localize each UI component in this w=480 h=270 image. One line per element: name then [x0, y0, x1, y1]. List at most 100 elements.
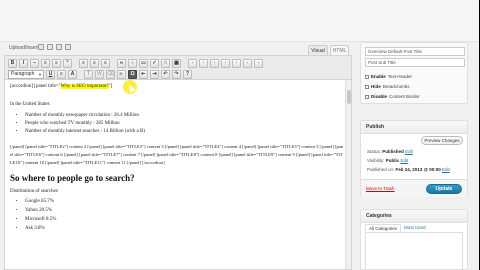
visibility-edit-link[interactable]: Edit: [400, 158, 408, 163]
strikethrough-icon[interactable]: –: [30, 58, 39, 68]
add-image-icon[interactable]: [38, 44, 44, 50]
add-media-icon[interactable]: [65, 44, 71, 50]
enable-text-header-row[interactable]: Enable Text Header: [365, 74, 412, 79]
embed-media-icon[interactable]: ▶: [117, 69, 126, 79]
link-icon[interactable]: ∞: [117, 58, 126, 68]
text-color-icon[interactable]: A: [68, 69, 77, 79]
intro-paragraph: In the United States: [10, 102, 50, 107]
kitchen-sink-icon[interactable]: ▦: [172, 58, 181, 68]
content-heading: So where to people go to search?: [10, 173, 135, 183]
more-tag-icon[interactable]: ▭: [139, 58, 148, 68]
format-select-value: Paragraph: [11, 70, 35, 77]
published-value: Feb 24, 2013 @ 00:00: [395, 167, 441, 172]
list-item: Number of monthly newspaper circulation …: [25, 112, 344, 119]
visibility-value: Public: [385, 158, 400, 163]
bullet-list-icon[interactable]: ≡: [41, 58, 50, 68]
blockquote-icon[interactable]: “: [63, 58, 72, 68]
checkbox[interactable]: [365, 74, 369, 79]
categories-title: Categories: [361, 210, 467, 223]
indent-icon[interactable]: ⇥: [150, 69, 159, 79]
status-value: Published: [382, 149, 404, 154]
default-title-field[interactable]: Overview Default Post Title: [365, 47, 465, 56]
plugin-button-7-icon[interactable]: ▪: [254, 58, 263, 68]
search-share-list: Google 65.7% Yahoo 20.5% Microsoft 8.5% …: [10, 198, 344, 232]
align-right-icon[interactable]: ≡: [101, 58, 110, 68]
stats-list: Number of monthly newspaper circulation …: [10, 112, 344, 135]
list-item: People who watched TV monthly : 285 Mill…: [25, 120, 344, 127]
help-icon[interactable]: ?: [183, 69, 192, 79]
format-select[interactable]: Paragraph ▼: [8, 69, 44, 79]
bold-button[interactable]: B: [8, 58, 17, 68]
checkbox[interactable]: [365, 94, 369, 99]
scrollbar-thumb[interactable]: [347, 90, 351, 104]
accordion-shortcode: [accordion] [panel title="Why is SEO imp…: [10, 83, 344, 90]
title-options-panel: Overview Default Post Title Post Sub Tit…: [360, 42, 468, 104]
move-to-trash-link[interactable]: Move to Trash: [366, 186, 395, 191]
check-label: Content Border: [389, 94, 420, 99]
published-edit-link[interactable]: Edit: [442, 167, 450, 172]
tab-most-used[interactable]: Most Used: [401, 224, 429, 232]
status-edit-link[interactable]: Edit: [405, 149, 413, 154]
sidebar: Overview Default Post Title Post Sub Tit…: [360, 0, 468, 270]
outdent-icon[interactable]: ⇤: [139, 69, 148, 79]
preview-changes-button[interactable]: Preview Changes: [421, 136, 463, 145]
fullscreen-icon[interactable]: □: [161, 58, 170, 68]
add-video-icon[interactable]: [47, 44, 53, 50]
numbered-list-icon[interactable]: ≡: [52, 58, 61, 68]
paste-text-button[interactable]: T: [84, 69, 93, 79]
plugin-button-3-icon[interactable]: ▪: [210, 58, 219, 68]
list-item: Microsoft 8.5%: [25, 216, 344, 223]
visibility-label: Visibility:: [367, 158, 385, 163]
check-label: Breadcrumbs: [382, 84, 410, 89]
list-item: Yahoo 20.5%: [25, 207, 344, 214]
chevron-down-icon: ▼: [38, 71, 42, 77]
italic-button[interactable]: I: [19, 58, 28, 68]
status-row: Status: Published Edit: [367, 149, 413, 154]
paste-word-icon[interactable]: W: [95, 69, 104, 79]
plugin-button-2-icon[interactable]: ▪: [199, 58, 208, 68]
plugin-button-1-icon[interactable]: ▪: [188, 58, 197, 68]
categories-box: Categories All Categories Most Used: [360, 209, 468, 270]
plugin-button-5-icon[interactable]: ▪: [232, 58, 241, 68]
publish-footer: Move to Trash Update: [361, 179, 467, 197]
subtitle-field[interactable]: Post Sub Title: [365, 58, 465, 67]
check-label: Text Header: [387, 74, 413, 79]
update-button[interactable]: Update: [426, 184, 462, 194]
hide-breadcrumbs-row[interactable]: Hide Breadcrumbs: [365, 84, 410, 89]
published-label: Published on:: [367, 167, 395, 172]
distribution-label: Distribution of searches: [10, 189, 58, 194]
unlink-icon[interactable]: ∞: [128, 58, 137, 68]
shortcode-open: [accordion] [panel title=": [10, 84, 61, 89]
plugin-button-4-icon[interactable]: ▪: [221, 58, 230, 68]
add-audio-icon[interactable]: [56, 44, 62, 50]
checkbox[interactable]: [365, 84, 369, 89]
underline-button[interactable]: U: [46, 69, 55, 79]
published-row: Published on: Feb 24, 2013 @ 00:00 Edit: [367, 167, 450, 172]
tab-all-categories[interactable]: All Categories: [365, 224, 402, 232]
category-list[interactable]: [365, 232, 463, 270]
list-item: Number of monthly internet searches : 14…: [25, 128, 344, 135]
clear-formatting-icon[interactable]: ⌫: [106, 69, 115, 79]
tab-visual[interactable]: Visual: [308, 45, 328, 55]
editor-scrollbar[interactable]: [345, 80, 351, 269]
publish-box: Publish Preview Changes Status: Publishe…: [360, 120, 468, 197]
disable-content-border-row[interactable]: Disable Content Border: [365, 94, 420, 99]
special-character-button[interactable]: Ω: [128, 69, 137, 79]
status-label: Status:: [367, 149, 382, 154]
screen: Upload/Insert Visual HTML B I – ≡ ≡ “ ≡ …: [0, 0, 480, 270]
check-bold-label: Hide: [371, 84, 381, 89]
publish-title: Publish: [361, 121, 467, 134]
list-item: Google 65.7%: [25, 198, 344, 205]
spellcheck-icon[interactable]: ✓: [150, 58, 159, 68]
plugin-button-6-icon[interactable]: ▪: [243, 58, 252, 68]
align-center-icon[interactable]: ≡: [90, 58, 99, 68]
undo-icon[interactable]: ↶: [161, 69, 170, 79]
tab-html[interactable]: HTML: [330, 45, 349, 55]
justify-icon[interactable]: ≡: [57, 69, 66, 79]
redo-icon[interactable]: ↷: [172, 69, 181, 79]
align-left-icon[interactable]: ≡: [79, 58, 88, 68]
editor-content[interactable]: [accordion] [panel title="Why is SEO imp…: [10, 83, 344, 234]
upload-insert-label: Upload/Insert: [9, 45, 39, 51]
visibility-row: Visibility: Public Edit: [367, 158, 408, 163]
editor-area[interactable]: [accordion] [panel title="Why is SEO imp…: [4, 79, 352, 270]
